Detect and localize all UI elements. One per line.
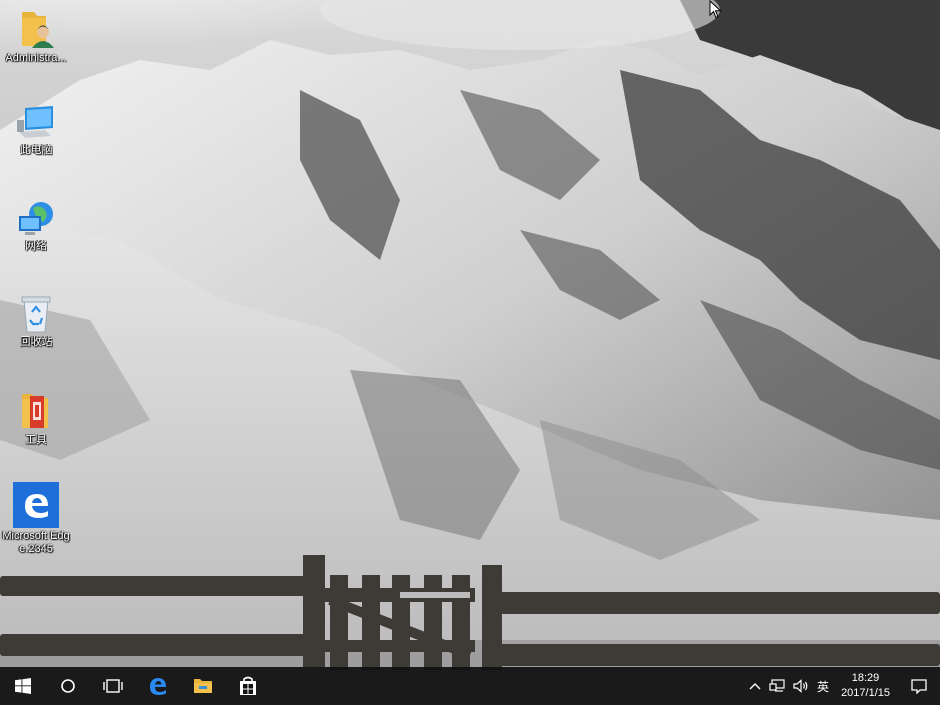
system-tray: 英 18:29 2017/1/15	[745, 667, 940, 705]
notification-icon	[911, 679, 927, 694]
taskbar-edge-button[interactable]	[135, 667, 180, 705]
user-folder-icon	[22, 12, 54, 48]
search-circle-icon	[60, 679, 75, 693]
input-method-indicator[interactable]: 英	[813, 667, 833, 705]
mouse-pointer-icon	[709, 0, 722, 19]
store-button[interactable]	[225, 667, 270, 705]
desktop-icon-label: 工具	[25, 434, 47, 446]
task-view-icon	[102, 679, 123, 693]
desktop-icon-label: 回收站	[19, 336, 53, 348]
edge-icon	[13, 482, 59, 528]
desktop-icon-label: 此电脑	[19, 144, 53, 156]
file-explorer-icon	[193, 679, 212, 693]
clock[interactable]: 18:29 2017/1/15	[833, 667, 898, 705]
taskbar: 英 18:29 2017/1/15	[0, 667, 940, 705]
desktop-icon-label: Administra...	[5, 52, 67, 64]
recycle-bin-icon	[21, 296, 51, 333]
network-wired-icon	[769, 679, 785, 692]
desktop-icon-edge[interactable]: Microsoft Edge.2345	[0, 482, 72, 556]
this-pc-icon	[17, 106, 53, 138]
desktop-icon-this-pc[interactable]: 此电脑	[0, 104, 72, 157]
desktop-icon-label: Microsoft Edge.2345	[2, 530, 70, 555]
network-icon	[19, 202, 53, 235]
desktop-icon-recycle-bin[interactable]: 回收站	[0, 294, 72, 349]
desktop-icon-tools[interactable]: 工具	[0, 390, 72, 447]
volume-button[interactable]	[789, 667, 813, 705]
desktop-icon-network[interactable]: 网络	[0, 200, 72, 253]
search-button[interactable]	[45, 667, 90, 705]
clock-date: 2017/1/15	[841, 687, 890, 699]
speaker-icon	[793, 679, 808, 693]
start-button[interactable]	[0, 667, 45, 705]
edge-icon	[149, 678, 166, 695]
wallpaper	[0, 0, 940, 705]
action-center-button[interactable]	[898, 667, 940, 705]
clock-time: 18:29	[851, 672, 880, 684]
store-icon	[239, 676, 256, 695]
network-tray-button[interactable]	[765, 667, 789, 705]
desktop[interactable]: Administra... 此电脑 网络 回收站 工具 Microsoft Ed…	[0, 0, 940, 705]
show-hidden-icons-button[interactable]	[745, 667, 765, 705]
desktop-icon-label: 网络	[25, 240, 47, 252]
tools-folder-icon	[22, 394, 48, 428]
task-view-button[interactable]	[90, 667, 135, 705]
start-icon	[14, 678, 31, 694]
file-explorer-button[interactable]	[180, 667, 225, 705]
desktop-icon-administrator[interactable]: Administra...	[0, 8, 72, 65]
chevron-up-icon	[749, 683, 761, 690]
